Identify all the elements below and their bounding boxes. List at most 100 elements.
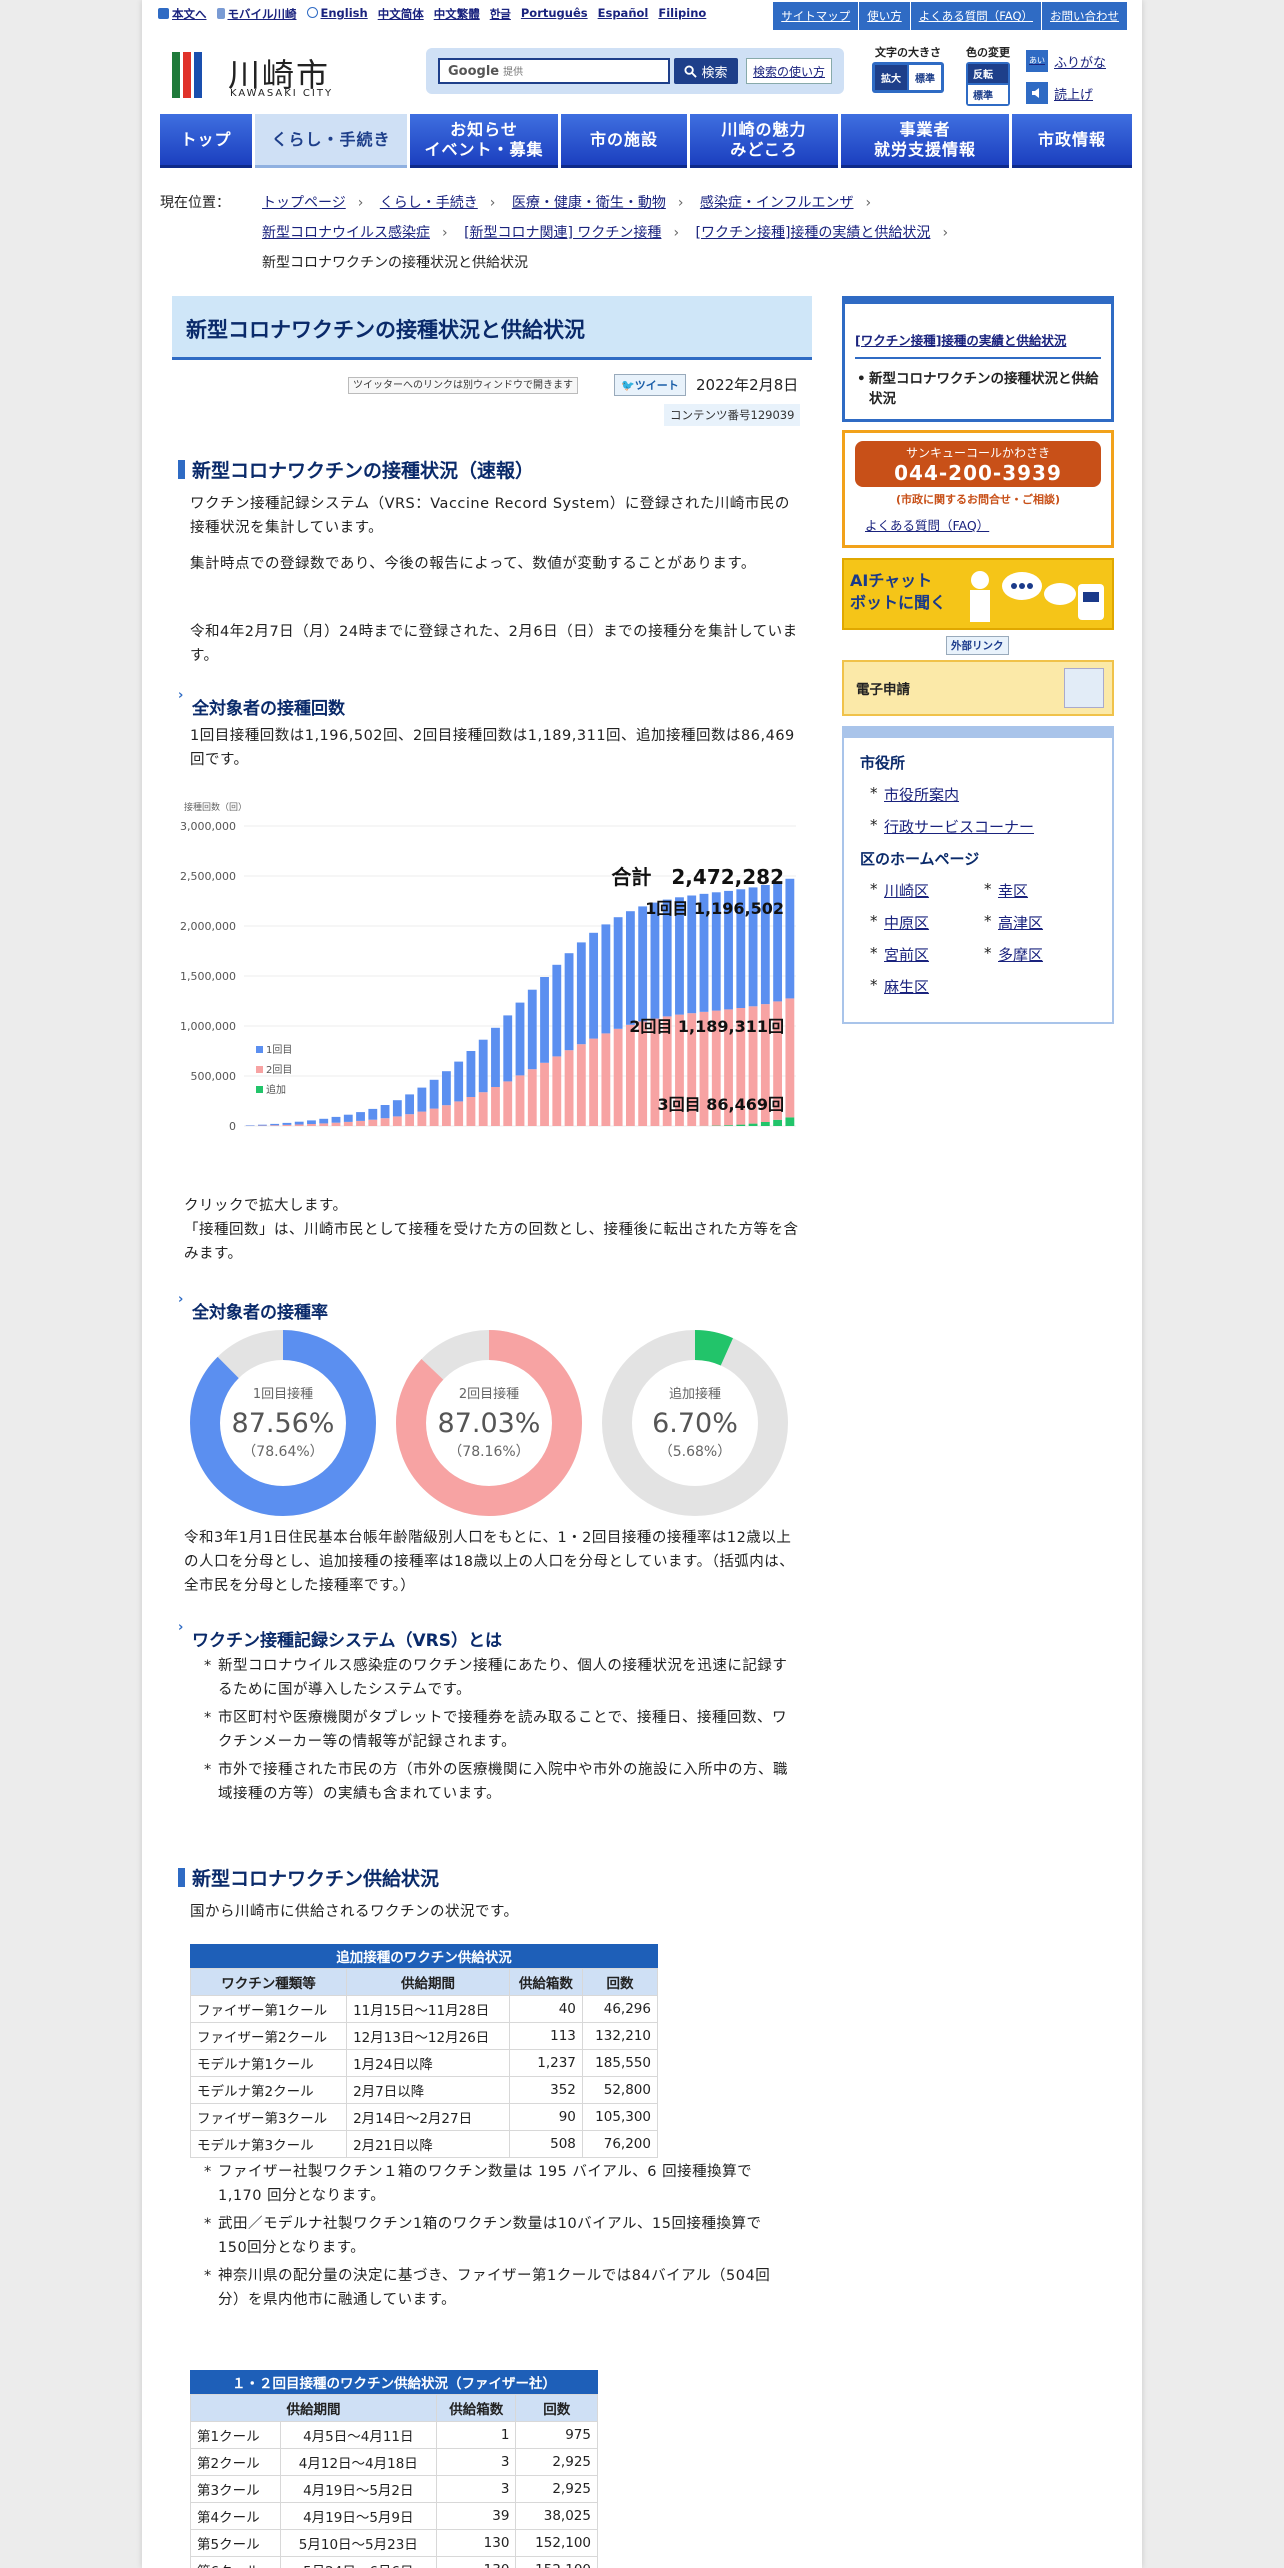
lang-zh-hant[interactable]: 中文繁體 — [434, 6, 480, 22]
tweet-button[interactable]: 🐦ツイート — [614, 374, 686, 396]
nav-city-info[interactable]: 市政情報 — [1012, 114, 1132, 168]
nav-top[interactable]: トップ — [160, 114, 252, 168]
bar-1回目 — [601, 924, 611, 1034]
annotation-total: 合計 2,472,282 — [611, 865, 784, 889]
breadcrumb-vaccine[interactable]: [新型コロナ関連] ワクチン接種 — [464, 225, 661, 241]
nav-attractions[interactable]: 川崎の魅力 みどころ — [690, 114, 838, 168]
color-standard-button[interactable]: 標準 — [968, 85, 1008, 104]
lang-english[interactable]: English — [306, 6, 368, 22]
publish-date: 2022年2月8日 — [696, 376, 799, 394]
bar-1回目 — [356, 1112, 365, 1121]
breadcrumb-vaccine-results[interactable]: [ワクチン接種]接種の実績と供給状況 — [696, 225, 931, 241]
bar-1回目 — [515, 1002, 525, 1076]
bar-1回目 — [405, 1094, 415, 1115]
call-center-name: サンキューコールかわさき — [905, 446, 1050, 460]
call-center-banner[interactable]: サンキューコールかわさき 044-200-3939 — [855, 441, 1101, 487]
bar-1回目 — [478, 1039, 488, 1093]
call-center-phone: 044-200-3939 — [894, 461, 1062, 485]
speaker-icon — [1026, 82, 1048, 104]
bar-2回目 — [503, 1081, 513, 1126]
breadcrumb-living[interactable]: くらし・手続き — [380, 195, 478, 211]
e-application-banner[interactable]: 電子申請 — [842, 660, 1114, 716]
link-service-corner[interactable]: 行政サービスコーナー — [870, 816, 1034, 837]
vrs-description: ワクチン接種記録システム（VRS：Vaccine Record System）に… — [190, 496, 790, 536]
annotation-third: 3回目 86,469回 — [658, 1095, 784, 1114]
breadcrumb-infection[interactable]: 感染症・インフルエンザ — [700, 195, 854, 211]
link-ward-saiwai[interactable]: 幸区 — [984, 880, 1028, 901]
local-nav-parent-link[interactable]: [ワクチン接種]接種の実績と供給状況 — [855, 330, 1101, 359]
y-tick-label: 2,500,000 — [180, 870, 236, 883]
breadcrumb-covid[interactable]: 新型コロナウイルス感染症 — [262, 225, 430, 241]
bar-1回目 — [650, 902, 660, 1019]
bar-1回目 — [319, 1118, 329, 1124]
link-ward-kawasaki[interactable]: 川崎区 — [870, 880, 929, 901]
booster-supply-table: 追加接種のワクチン供給状況 ワクチン種類等 供給期間 供給箱数 回数 ファイザー… — [189, 1944, 659, 2158]
list-item: 市区町村や医療機関がタブレットで接種券を読み取ることで、接種日、接種回数、ワクチ… — [200, 1706, 800, 1754]
faq-link[interactable]: よくある質問（FAQ） — [910, 2, 1042, 30]
bar-2回目 — [638, 1021, 648, 1126]
link-ward-asao[interactable]: 麻生区 — [870, 976, 929, 997]
bar-2回目 — [441, 1105, 451, 1126]
lang-zh-hans[interactable]: 中文简体 — [378, 6, 424, 22]
breadcrumb-top[interactable]: トップページ — [262, 195, 346, 211]
bar-1回目 — [368, 1108, 378, 1120]
lang-filipino[interactable]: Filipino — [658, 6, 706, 22]
donut-second-dose: 2回目接種 87.03% （78.16%） — [396, 1330, 582, 1516]
bar-2回目 — [785, 998, 795, 1118]
utility-bar: 本文へ モバイル川崎 English 中文简体 中文繁體 한글 Portuguê… — [142, 0, 1142, 32]
color-change-control: 色の変更 反転 標準 — [966, 44, 1010, 106]
sitemap-link[interactable]: サイトマップ — [773, 2, 860, 30]
link-ward-nakahara[interactable]: 中原区 — [870, 912, 929, 933]
table-header-row: ワクチン種類等 供給期間 供給箱数 回数 — [189, 1968, 659, 1996]
lang-portuguese[interactable]: Português — [521, 6, 588, 22]
bar-1回目 — [613, 917, 623, 1029]
search-button[interactable]: 検索 — [674, 58, 738, 84]
text-size-standard-button[interactable]: 標準 — [909, 65, 941, 90]
bar-1回目 — [527, 989, 537, 1070]
local-nav: [ワクチン接種]接種の実績と供給状況 新型コロナワクチンの接種状況と供給状況 — [842, 296, 1114, 422]
bar-追加 — [760, 1122, 770, 1126]
link-ward-takatsu[interactable]: 高津区 — [984, 912, 1043, 933]
nav-business[interactable]: 事業者 就労支援情報 — [841, 114, 1009, 168]
bar-追加 — [724, 1125, 733, 1126]
bar-2回目 — [564, 1050, 574, 1126]
supply-intro: 国から川崎市に供給されるワクチンの状況です。 — [190, 1904, 519, 1920]
site-logo[interactable]: 川崎市 KAWASAKI CITY — [172, 50, 352, 102]
ai-chatbot-banner[interactable]: AIチャット ボットに聞く — [842, 558, 1114, 630]
lang-spanish[interactable]: Español — [598, 6, 649, 22]
bar-1回目 — [638, 906, 648, 1022]
breadcrumb-medical[interactable]: 医療・健康・衛生・動物 — [512, 195, 666, 211]
nav-news-events[interactable]: お知らせ イベント・募集 — [410, 114, 558, 168]
link-ward-tama[interactable]: 多摩区 — [984, 944, 1043, 965]
search-help-link[interactable]: 検索の使い方 — [746, 58, 832, 84]
lang-korean[interactable]: 한글 — [490, 6, 511, 22]
nav-living[interactable]: くらし・手続き — [255, 114, 407, 168]
bar-1回目 — [245, 1125, 255, 1126]
call-center-subtitle: (市政に関するお問合せ・ご相談) — [895, 493, 1061, 506]
table-row: ファイザー第3クール 2月14日～2月27日 90 105,300 — [189, 2103, 659, 2131]
link-ward-miyamae[interactable]: 宮前区 — [870, 944, 929, 965]
list-item: 神奈川県の配分量の決定に基づき、ファイザー第1クールでは84バイアル（504回分… — [200, 2264, 790, 2312]
bar-2回目 — [576, 1044, 586, 1126]
bar-1回目 — [589, 932, 599, 1039]
bar-2回目 — [515, 1075, 525, 1126]
search-input[interactable]: Google 提供 — [438, 58, 670, 84]
color-invert-button[interactable]: 反転 — [968, 64, 1008, 83]
mobile-link[interactable]: モバイル川崎 — [216, 6, 297, 22]
skip-to-content-link[interactable]: 本文へ — [158, 6, 207, 22]
y-tick-label: 1,500,000 — [180, 970, 236, 983]
furigana-button[interactable]: あいうえ ふりがな — [1026, 50, 1106, 87]
bar-2回目 — [527, 1069, 537, 1126]
contact-link[interactable]: お問い合わせ — [1042, 2, 1128, 30]
read-aloud-button[interactable]: 読上げ — [1026, 82, 1093, 104]
howto-link[interactable]: 使い方 — [859, 2, 911, 30]
doses-chart[interactable]: 接種回数（回） 0 500,000 1,000,000 1,500,000 2,000,0… — [172, 796, 812, 1186]
text-size-control: 文字の大きさ 拡大 標準 — [872, 44, 944, 93]
text-size-enlarge-button[interactable]: 拡大 — [875, 65, 907, 90]
sidebar-faq-link[interactable]: よくある質問（FAQ） — [865, 515, 989, 534]
link-city-hall-guide[interactable]: 市役所案内 — [870, 784, 959, 805]
twitter-note: ツイッターへのリンクは別ウィンドウで開きます — [348, 377, 578, 394]
donut-booster: 追加接種 6.70% （5.68%） — [602, 1330, 788, 1516]
nav-facilities[interactable]: 市の施設 — [561, 114, 687, 168]
site-search: Google 提供 検索 検索の使い方 — [426, 48, 844, 94]
